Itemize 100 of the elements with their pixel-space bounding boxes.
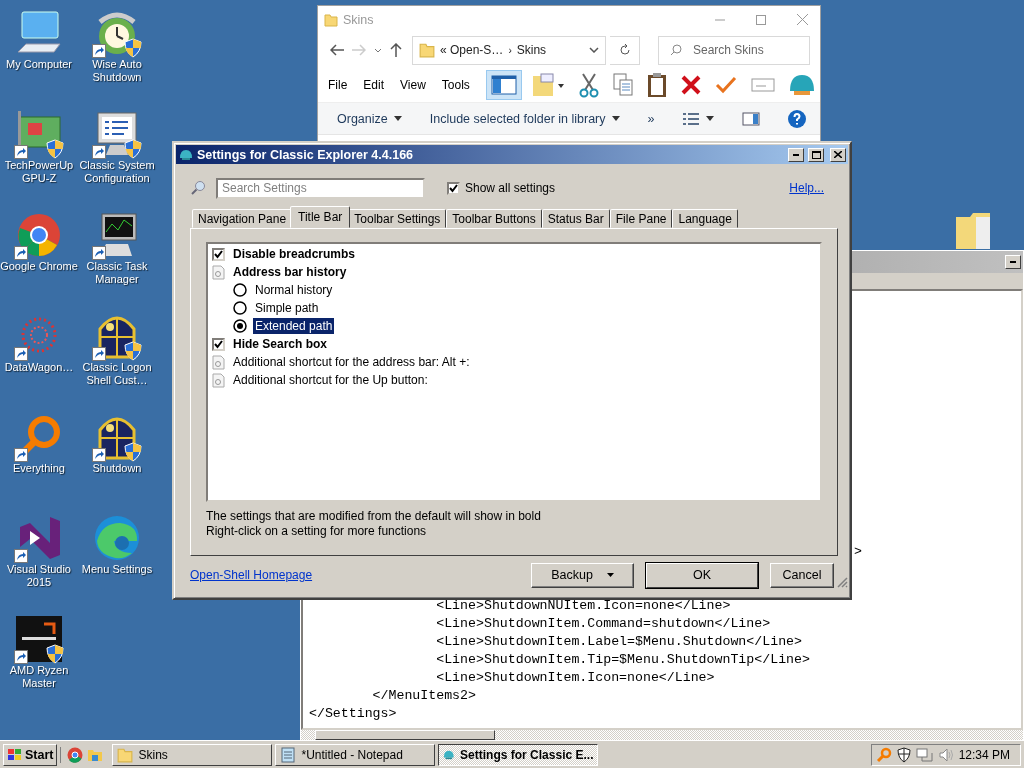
desktop-icon-label[interactable]: TechPowerUp GPU-Z xyxy=(0,159,78,185)
refresh-button[interactable] xyxy=(610,35,640,65)
desktop-icon-label[interactable]: Visual Studio 2015 xyxy=(0,563,78,589)
tab[interactable]: Status Bar xyxy=(541,209,610,228)
tab[interactable]: Title Bar xyxy=(290,206,351,228)
pane-toggle-button[interactable] xyxy=(485,69,522,100)
close-icon xyxy=(834,151,842,158)
code-line: <Line>ShutdownItem.Label=$Menu.Shutdown</Line> xyxy=(435,633,802,651)
checkbox[interactable] xyxy=(447,181,460,195)
checkmark-icon xyxy=(714,74,737,95)
taskbar-button[interactable]: *Untitled - Notepad xyxy=(275,743,436,766)
desktop-icon-label[interactable]: Wise Auto Shutdown xyxy=(78,58,156,84)
folder-icon xyxy=(530,71,565,98)
close-icon xyxy=(796,14,808,25)
horizontal-scrollbar[interactable] xyxy=(301,730,1023,740)
menu-item[interactable]: View xyxy=(400,77,426,92)
shell-icon xyxy=(788,72,815,97)
dialog-button[interactable]: Backup xyxy=(531,562,634,588)
breadcrumb[interactable]: Skins xyxy=(516,43,547,57)
menu-item[interactable]: File xyxy=(328,77,348,92)
clipboard-icon xyxy=(646,71,667,98)
scissors-icon xyxy=(578,71,599,98)
menu-item[interactable]: Edit xyxy=(363,77,385,92)
help-link[interactable]: Help... xyxy=(789,181,824,195)
taskbar-button[interactable]: Settings for Classic E... xyxy=(438,743,599,766)
setting-label[interactable]: Normal history xyxy=(253,282,335,298)
tab[interactable]: Toolbar Settings xyxy=(348,209,447,228)
setting-label[interactable]: Simple path xyxy=(253,300,321,316)
menu-item[interactable]: Tools xyxy=(441,77,470,92)
setting-label[interactable]: Additional shortcut for the Up button: xyxy=(231,372,430,388)
tab[interactable]: Toolbar Buttons xyxy=(446,209,542,228)
more-commands-button[interactable]: » xyxy=(644,108,658,129)
desktop-icon-label[interactable]: Everything xyxy=(0,462,78,475)
tab[interactable]: Language xyxy=(672,209,738,228)
checkmark-icon xyxy=(214,339,223,349)
desktop-icon-label[interactable]: Classic System Configuration xyxy=(78,159,156,185)
checkbox[interactable] xyxy=(212,247,225,261)
desktop-icon-label[interactable]: Shutdown xyxy=(78,462,156,475)
chevron-down-icon xyxy=(589,47,599,53)
setting-label[interactable]: Extended path xyxy=(253,318,335,334)
setting-label[interactable]: Address bar history xyxy=(231,264,349,280)
code-line: </MenuItems2> xyxy=(371,687,476,705)
search-field[interactable]: Search Settings xyxy=(216,177,425,199)
code-line: </Settings> xyxy=(309,705,397,723)
code-line: > xyxy=(854,543,862,561)
cross-icon xyxy=(680,74,701,95)
desktop-icon-label[interactable]: Google Chrome xyxy=(0,260,78,273)
command-button[interactable]: Organize xyxy=(334,108,405,129)
taskbar-button[interactable]: Skins xyxy=(112,743,273,766)
minimize-button[interactable] xyxy=(788,147,804,162)
code-line: <Line>ShutdownItem.Command=shutdown</Line> xyxy=(435,615,771,633)
shield-icon[interactable] xyxy=(896,746,912,763)
wave-swirl-icon xyxy=(92,513,142,563)
browser-logo-icon[interactable] xyxy=(67,746,84,763)
tab[interactable]: File Pane xyxy=(609,209,673,228)
radio-button[interactable] xyxy=(233,301,247,315)
checkmark-icon xyxy=(214,249,223,259)
radio-button[interactable] xyxy=(233,319,247,333)
start-button[interactable]: Start xyxy=(3,743,58,766)
speaker-icon[interactable] xyxy=(938,746,954,763)
maximize-icon xyxy=(811,150,821,159)
arrow-left-icon xyxy=(330,44,344,56)
dialog-button[interactable]: Cancel xyxy=(770,562,834,588)
setting-label[interactable]: Disable breadcrumbs xyxy=(231,246,358,262)
folder-icon xyxy=(324,12,338,27)
setting-label[interactable]: Additional shortcut for the address bar: Alt +: xyxy=(231,354,472,370)
folder-icon xyxy=(117,746,134,763)
maximize-button[interactable] xyxy=(808,147,824,162)
window-title: Skins xyxy=(343,12,374,27)
help-icon xyxy=(788,109,807,128)
setting-label[interactable]: Hide Search box xyxy=(231,336,330,352)
pane-icon xyxy=(742,111,761,126)
list-icon xyxy=(682,111,701,126)
back-button[interactable] xyxy=(328,42,346,58)
radio-button[interactable] xyxy=(233,283,247,297)
desktop-icon-label[interactable]: Classic Task Manager xyxy=(78,260,156,286)
breadcrumb[interactable]: « Open-S… xyxy=(440,43,504,57)
checkbox[interactable] xyxy=(212,337,225,351)
up-button[interactable] xyxy=(388,41,404,59)
rename-icon xyxy=(750,76,775,93)
search-field[interactable]: Search Skins xyxy=(658,35,810,65)
command-button[interactable]: Include selected folder in library xyxy=(426,108,623,129)
maximize-icon xyxy=(756,14,766,25)
desktop-icon-label[interactable]: My Computer xyxy=(0,58,78,71)
dialog-button[interactable]: OK xyxy=(646,562,758,588)
refresh-icon xyxy=(618,44,631,56)
caret-icon xyxy=(706,116,715,121)
desktop-icon-label[interactable]: AMD Ryzen Master xyxy=(0,664,78,690)
tab[interactable]: Navigation Pane xyxy=(192,209,293,228)
resize-grip[interactable] xyxy=(836,576,848,588)
address-bar[interactable]: « Open-S… › Skins xyxy=(412,35,606,65)
homepage-link[interactable]: Open-Shell Homepage xyxy=(190,568,313,582)
setting-icon xyxy=(212,354,225,370)
desktop-icon-label[interactable]: DataWagon… xyxy=(0,361,78,374)
checkbox-label[interactable]: Show all settings xyxy=(465,181,556,195)
checkmark-icon xyxy=(449,183,458,193)
close-button[interactable] xyxy=(830,147,846,162)
desktop-icon-label[interactable]: Menu Settings xyxy=(78,563,156,576)
desktop-icon-label[interactable]: Classic Logon Shell Cust… xyxy=(78,361,156,387)
minimize-button[interactable] xyxy=(1005,255,1021,269)
